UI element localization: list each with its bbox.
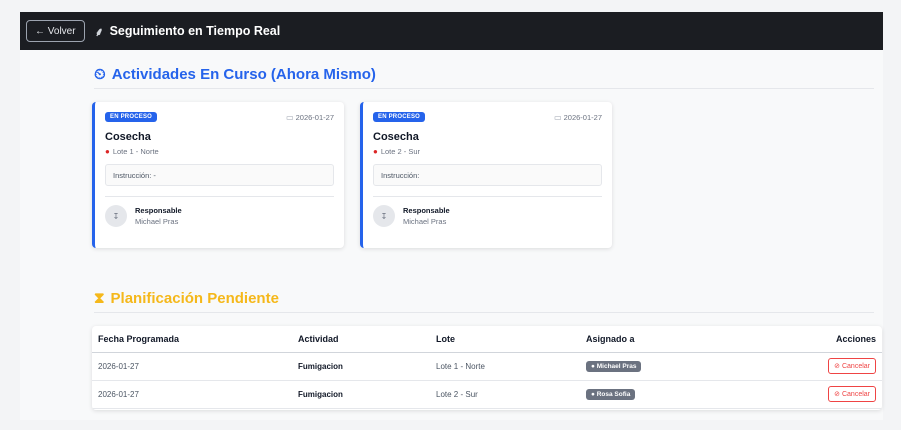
top-bar: ← Volver ⸙ Seguimiento en Tiempo Real [20, 12, 883, 50]
activity-card[interactable]: EN PROCESO ▭ 2026-01-27 Cosecha ● Lote 1… [92, 102, 344, 248]
table-row: 2026-01-27 Fumigacion Lote 1 - Norte ● M… [92, 352, 882, 381]
assignee-name: Michael Pras [596, 362, 637, 370]
activity-cell: Fumigacion [292, 352, 430, 381]
divider [94, 88, 874, 89]
cancel-icon: ⊘ [834, 363, 840, 370]
cancel-button[interactable]: ⊘ Cancelar [828, 358, 876, 374]
cancel-label: Cancelar [841, 390, 870, 398]
divider [105, 196, 334, 197]
clock-icon: ⏲ [94, 66, 106, 83]
assignee-cell: ● Michael Pras [580, 352, 733, 381]
pending-heading: ⧗ Planificación Pendiente [94, 290, 279, 307]
activity-lote: ● Lote 1 - Norte [105, 147, 334, 156]
current-activities-title: Actividades En Curso (Ahora Mismo) [111, 66, 376, 83]
pending-title: Planificación Pendiente [110, 290, 279, 307]
map-pin-icon: ● [373, 147, 378, 156]
actions-cell: ⊘ Cancelar [732, 380, 882, 409]
activity-card[interactable]: EN PROCESO ▭ 2026-01-27 Cosecha ● Lote 2… [360, 102, 612, 248]
activity-cell: Fumigacion [292, 380, 430, 409]
status-badge: EN PROCESO [105, 112, 158, 122]
assignee-badge: ● Michael Pras [586, 360, 642, 372]
calendar-icon: ▭ [286, 112, 294, 122]
page-header: ⸙ Seguimiento en Tiempo Real [95, 23, 281, 40]
assignee-cell: ● Rosa Sofia [580, 380, 733, 409]
date-cell: 2026-01-27 [92, 352, 292, 381]
column-header: Lote [430, 326, 580, 353]
activity-name: Cosecha [105, 131, 151, 143]
instruction-box: Instrucción: - [105, 164, 334, 186]
activity-lote: ● Lote 2 - Sur [373, 147, 602, 156]
sprout-icon: ⸙ [94, 24, 104, 39]
lote-text: Lote 1 - Norte [112, 147, 159, 156]
main-content: ⏲ Actividades En Curso (Ahora Mismo) EN … [20, 50, 883, 420]
activity-name: Cosecha [373, 131, 419, 143]
date-cell: 2026-01-27 [92, 380, 292, 409]
column-header: Asignado a [580, 326, 733, 353]
column-header: Acciones [732, 326, 882, 353]
responsible-name: Michael Pras [135, 217, 179, 226]
lote-text: Lote 2 - Sur [380, 147, 421, 156]
map-pin-icon: ● [105, 147, 110, 156]
lote-cell: Lote 2 - Sur [430, 380, 580, 409]
assignee-name: Rosa Sofia [596, 390, 631, 398]
card-date-text: 2026-01-27 [295, 112, 334, 122]
responsible-label: Responsable [403, 206, 450, 215]
divider [94, 312, 874, 313]
responsible-name: Michael Pras [403, 217, 447, 226]
card-date: ▭ 2026-01-27 [554, 113, 602, 122]
calendar-icon: ▭ [554, 112, 562, 122]
column-header: Fecha Programada [92, 326, 292, 353]
responsible: ↧ Responsable Michael Pras [373, 205, 602, 227]
cancel-label: Cancelar [841, 362, 870, 370]
responsible-label: Responsable [135, 206, 182, 215]
avatar: ↧ [105, 205, 127, 227]
divider [373, 196, 602, 197]
card-date: ▭ 2026-01-27 [286, 113, 334, 122]
current-activities-heading: ⏲ Actividades En Curso (Ahora Mismo) [94, 66, 376, 83]
pending-table: Fecha Programada Actividad Lote Asignado… [92, 326, 882, 410]
avatar: ↧ [373, 205, 395, 227]
page-title: Seguimiento en Tiempo Real [109, 24, 281, 38]
actions-cell: ⊘ Cancelar [732, 352, 882, 381]
column-header: Actividad [292, 326, 430, 353]
status-badge: EN PROCESO [373, 112, 426, 122]
back-button[interactable]: ← Volver [26, 20, 85, 42]
responsible: ↧ Responsable Michael Pras [105, 205, 334, 227]
instruction-box: Instrucción: [373, 164, 602, 186]
card-date-text: 2026-01-27 [563, 112, 602, 122]
hourglass-icon: ⧗ [94, 290, 105, 307]
cancel-button[interactable]: ⊘ Cancelar [828, 386, 876, 402]
lote-cell: Lote 1 - Norte [430, 352, 580, 381]
cancel-icon: ⊘ [834, 391, 840, 398]
assignee-badge: ● Rosa Sofia [586, 388, 636, 400]
table-row: 2026-01-27 Fumigacion Lote 2 - Sur ● Ros… [92, 380, 882, 409]
table-header-row: Fecha Programada Actividad Lote Asignado… [92, 326, 882, 353]
